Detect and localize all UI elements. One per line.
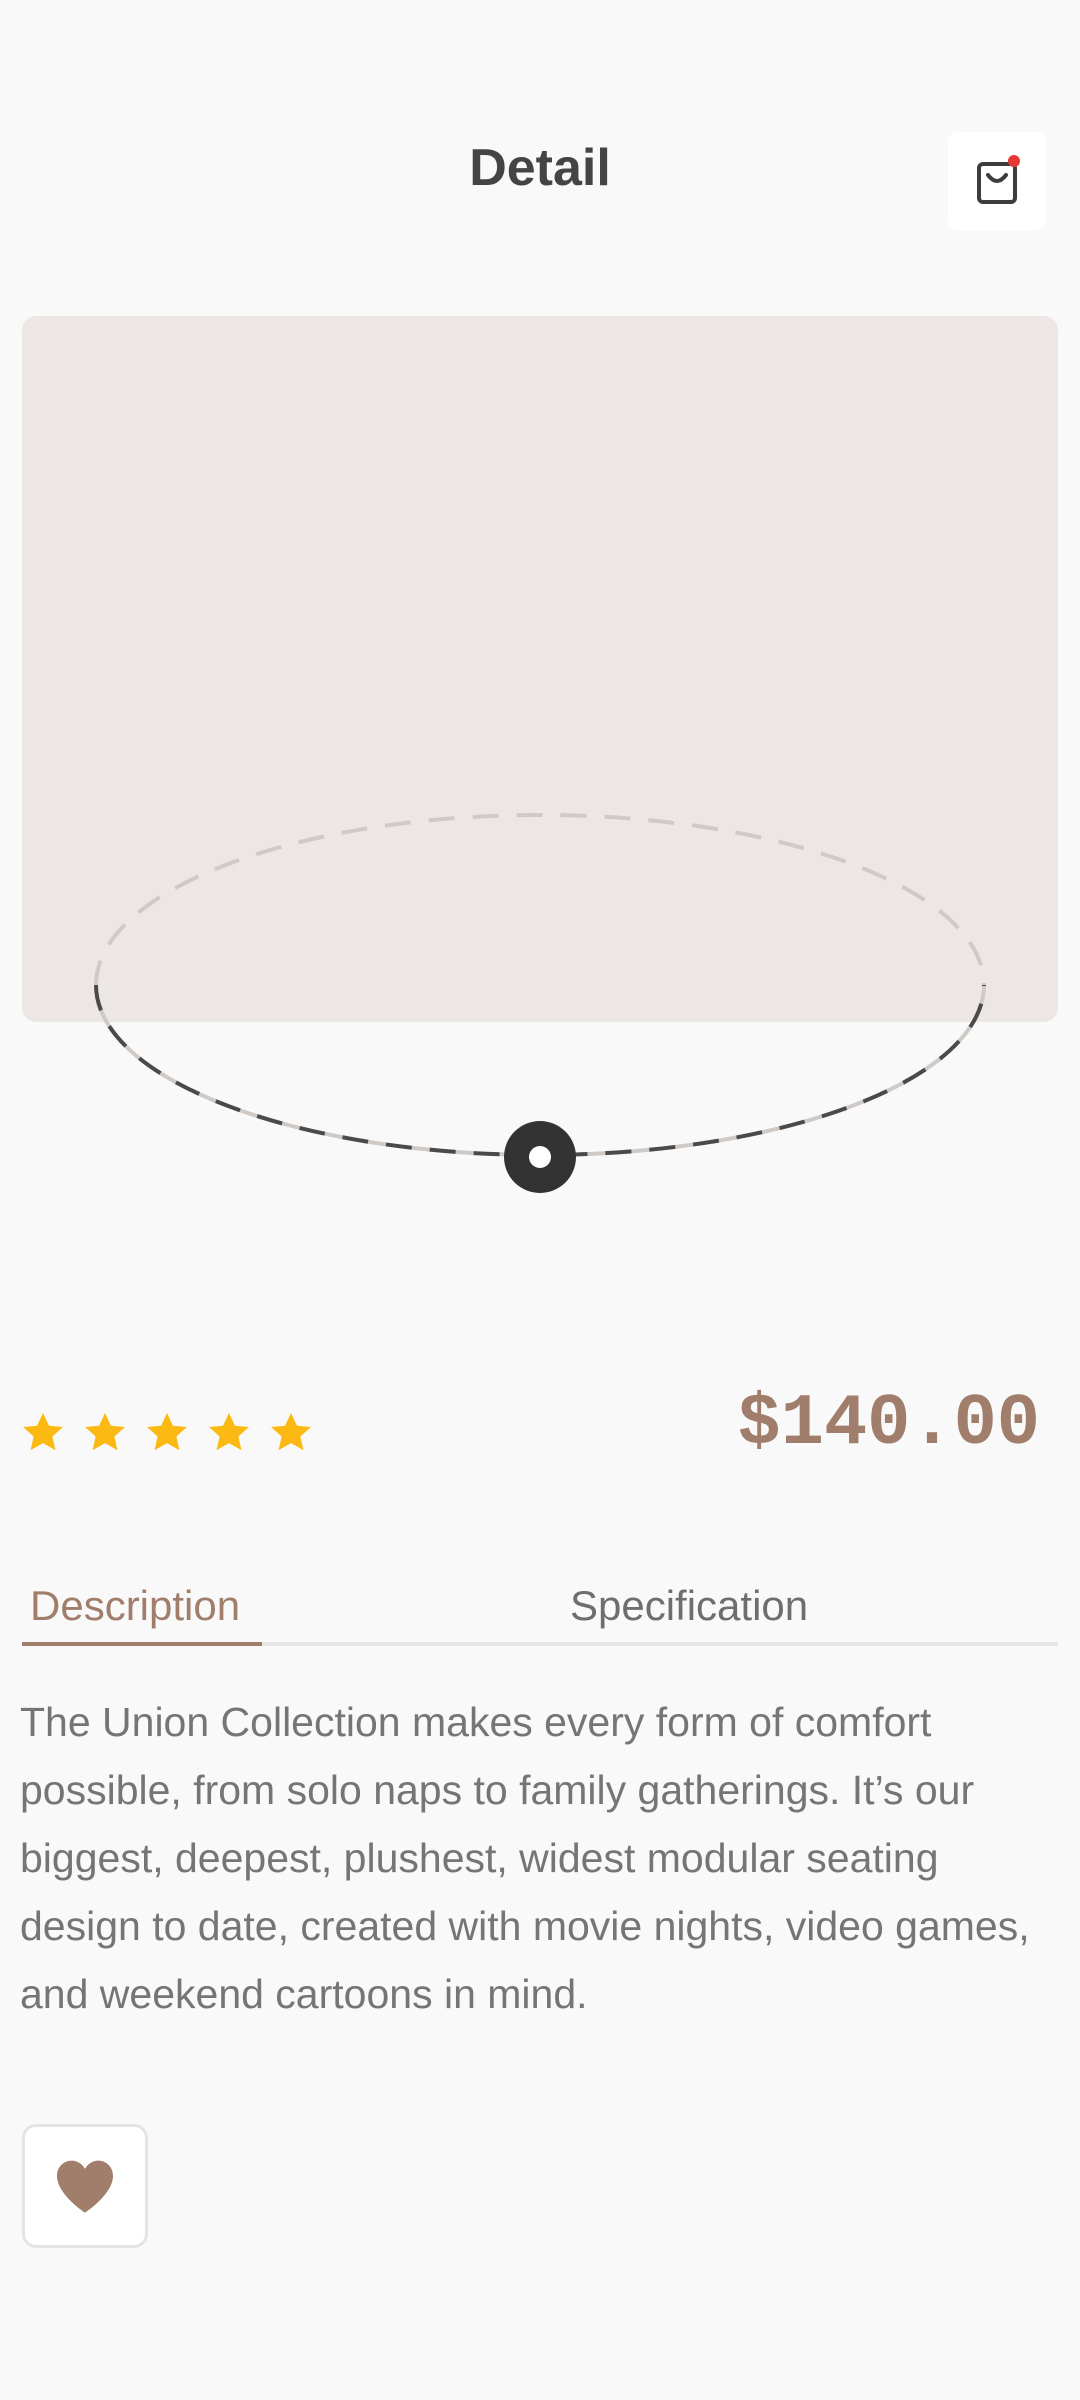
shopping-bag-icon [977,155,1020,204]
detail-tabs: Description Specification [22,1578,1058,1646]
product-image [22,316,1058,1022]
tab-description[interactable]: Description [30,1578,240,1634]
tab-specification[interactable]: Specification [570,1578,808,1634]
heart-icon [57,2160,113,2213]
page-title: Detail [469,139,611,197]
star-rating [20,1410,314,1456]
product-price: $140.00 [737,1383,1040,1465]
cart-button[interactable] [948,132,1046,230]
drag-handle-icon [504,1121,576,1193]
star-icon [85,1412,125,1451]
star-icon [147,1412,187,1451]
star-icon [271,1412,311,1451]
star-icon [23,1412,63,1451]
rotate-handle[interactable] [504,1121,576,1193]
favorite-button[interactable] [22,2124,148,2248]
star-icon [209,1412,249,1451]
product-detail-screen: Detail $140.00 Description Specification [0,0,1080,2400]
product-description: The Union Collection makes every form of… [20,1699,1030,2017]
active-tab-indicator [22,1642,262,1646]
notification-dot [1008,155,1020,167]
